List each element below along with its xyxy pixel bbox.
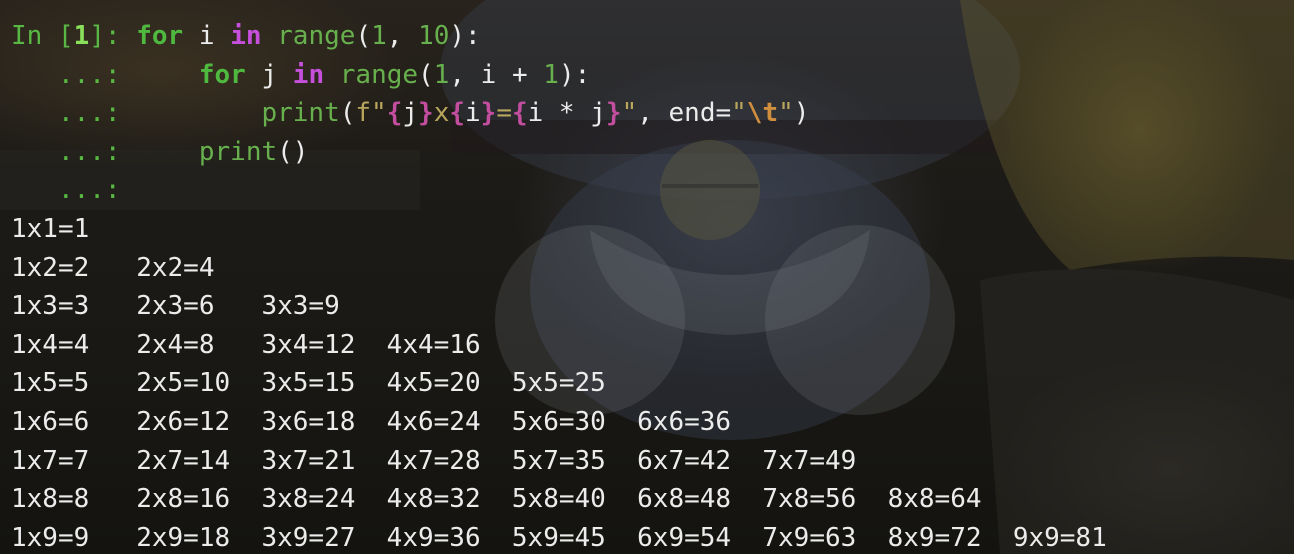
code-token: \t (746, 98, 779, 129)
code-token: () (277, 136, 309, 167)
code-token: { (386, 98, 403, 129)
code-token: ( (339, 98, 356, 129)
output-line: 1x5=5 2x5=10 3x5=15 4x5=20 5x5=25 (11, 368, 638, 399)
code-token: print (261, 98, 340, 129)
output-line: 1x7=7 2x7=14 3x7=21 4x7=28 5x7=35 6x7=42… (11, 445, 888, 476)
output-line: 1x9=9 2x9=18 3x9=27 4x9=36 5x9=45 6x9=54… (11, 522, 1139, 553)
code-token: 1 (371, 21, 387, 51)
code-token: ): (449, 21, 481, 51)
input-prompt: ...: (11, 59, 137, 90)
input-prompt: In [ (11, 21, 74, 51)
code-token: for (136, 21, 184, 51)
code-token: } (605, 98, 622, 129)
code-token: ( (418, 59, 434, 90)
code-token: i (465, 98, 481, 129)
terminal-window[interactable]: In [1]: for i in range(1, 10): ...: for … (0, 0, 1294, 554)
code-token: i * j (527, 98, 606, 129)
wallpaper-legs-right (980, 268, 1294, 554)
output-line: 1x8=8 2x8=16 3x8=24 4x8=32 5x8=40 6x8=48… (11, 484, 1013, 515)
code-token: x (433, 98, 450, 129)
output-line: 1x3=3 2x3=6 3x3=9 (11, 291, 387, 322)
code-token: " (778, 98, 794, 129)
input-prompt: 1 (73, 21, 90, 51)
output-line: 1x1=1 (11, 214, 137, 244)
output-line: 1x4=4 2x4=8 3x4=12 4x4=16 (11, 329, 512, 360)
wallpaper-hand-right (765, 225, 955, 415)
code-token: j (402, 98, 419, 129)
code-token: 1 (543, 59, 559, 90)
code-token: i (183, 21, 231, 51)
input-prompt: ]: (89, 21, 137, 51)
code-token: ) (793, 98, 810, 129)
code-token: range (339, 59, 419, 90)
code-token: ( (355, 21, 372, 51)
input-prompt: ...: (11, 98, 137, 129)
wallpaper-figure-right (960, 0, 1294, 270)
code-token: range (277, 21, 356, 51)
code-token: 10 (418, 21, 450, 51)
output-line: 1x2=2 2x2=4 (11, 252, 262, 283)
code-token: in (230, 21, 262, 51)
code-line[interactable]: ...: print() (11, 133, 309, 171)
code-line[interactable]: In [1]: for i in range(1, 10): (11, 17, 481, 55)
code-token: f" (355, 98, 387, 129)
code-token: { (511, 98, 528, 129)
code-token: in (292, 59, 325, 90)
code-token: ): (558, 59, 591, 90)
code-token: 1 (433, 59, 450, 90)
code-token: , (386, 21, 419, 51)
code-token: for (198, 59, 246, 90)
code-token: } (418, 98, 434, 129)
code-token: } (480, 98, 497, 129)
code-token: " (731, 98, 747, 129)
code-token: , end= (637, 98, 732, 129)
input-prompt: ...: (11, 136, 137, 167)
code-line[interactable]: ...: print(f"{j}x{i}={i * j}", end="\t") (11, 94, 809, 132)
output-line: 1x6=6 2x6=12 3x6=18 4x6=24 5x6=30 6x6=36 (11, 407, 763, 437)
code-token: j (245, 59, 293, 90)
code-line[interactable]: ...: (11, 171, 136, 209)
code-token: = (496, 98, 512, 129)
input-prompt: ...: (11, 175, 137, 206)
code-token: , i + (449, 59, 544, 90)
code-token: print (198, 136, 278, 167)
code-token: " (621, 98, 638, 129)
code-line[interactable]: ...: for j in range(1, i + 1): (11, 56, 590, 94)
code-token: { (449, 98, 465, 129)
